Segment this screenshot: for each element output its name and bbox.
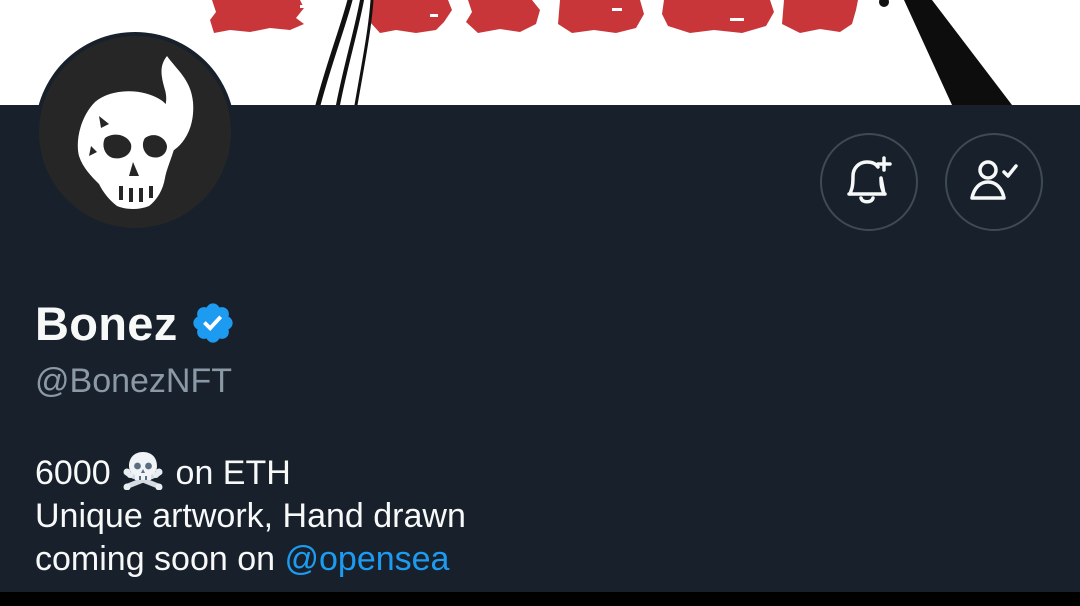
skull-logo-icon	[77, 56, 194, 209]
avatar[interactable]	[35, 32, 235, 232]
profile-handle: @BonezNFT	[35, 362, 233, 400]
bio-line-3: coming soon on @opensea	[35, 538, 466, 581]
avatar-image	[39, 36, 231, 228]
following-button[interactable]	[945, 133, 1043, 231]
verified-badge-icon[interactable]	[190, 300, 236, 346]
skull-crossbones-icon	[123, 452, 163, 490]
bottom-edge-bar	[0, 592, 1080, 606]
bell-plus-icon	[847, 156, 892, 204]
bio-count: 6000	[35, 454, 111, 492]
profile-name-row: Bonez	[35, 293, 236, 353]
notify-button[interactable]	[820, 133, 918, 231]
bio-chain: on ETH	[175, 454, 291, 492]
opensea-mention-link[interactable]: @opensea	[285, 540, 450, 578]
profile-page: Bonez @BonezNFT 6000 on ETH Unique artwo…	[0, 0, 1080, 606]
profile-bio: 6000 on ETH Unique artwork, Hand drawn c…	[35, 450, 466, 581]
bio-line-1: 6000 on ETH	[35, 450, 466, 495]
bio-line-3-prefix: coming soon on	[35, 540, 285, 578]
person-check-icon	[970, 160, 1018, 200]
bio-line-2: Unique artwork, Hand drawn	[35, 497, 466, 535]
display-name: Bonez	[35, 296, 178, 350]
